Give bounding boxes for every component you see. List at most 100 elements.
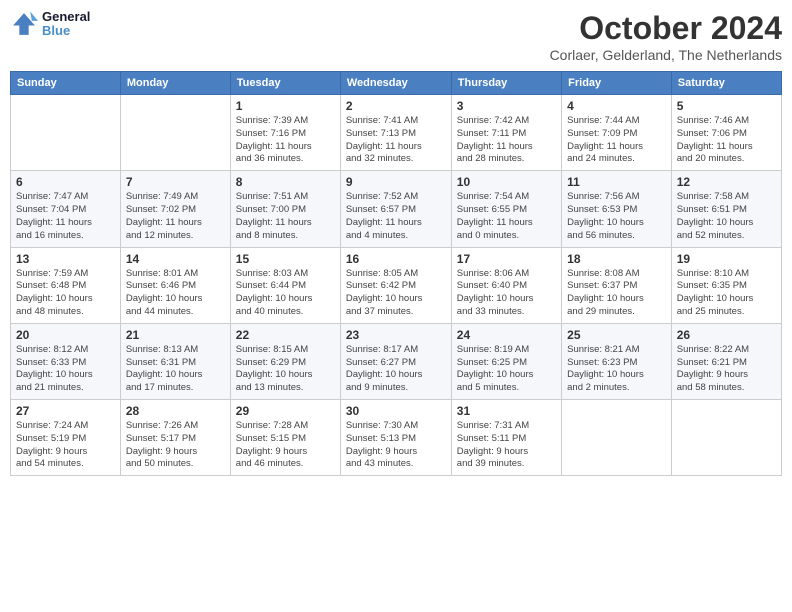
day-number: 4 [567, 99, 666, 113]
day-info: Sunrise: 8:22 AM Sunset: 6:21 PM Dayligh… [677, 344, 776, 395]
calendar-week-row: 13 Sunrise: 7:59 AM Sunset: 6:48 PM Dayli… [11, 247, 782, 323]
calendar-cell [120, 95, 230, 171]
calendar-cell: 31 Sunrise: 7:31 AM Sunset: 5:11 PM Dayli… [451, 400, 561, 476]
calendar-cell: 9Sunrise: 7:52 AM Sunset: 6:57 PM Daylig… [340, 171, 451, 247]
day-number: 11 [567, 175, 666, 189]
calendar-cell [562, 400, 672, 476]
day-info: Sunrise: 7:54 AM Sunset: 6:55 PM Dayligh… [457, 191, 556, 242]
calendar-cell [11, 95, 121, 171]
day-number: 1 [236, 99, 335, 113]
day-info: Sunrise: 8:05 AM Sunset: 6:42 PM Dayligh… [346, 268, 446, 319]
calendar-cell: 23 Sunrise: 8:17 AM Sunset: 6:27 PM Dayli… [340, 323, 451, 399]
day-info: Sunrise: 7:30 AM Sunset: 5:13 PM Dayligh… [346, 420, 446, 471]
day-info: Sunrise: 8:17 AM Sunset: 6:27 PM Dayligh… [346, 344, 446, 395]
day-number: 13 [16, 252, 115, 266]
calendar-cell: 27 Sunrise: 7:24 AM Sunset: 5:19 PM Dayli… [11, 400, 121, 476]
day-info: Sunrise: 7:24 AM Sunset: 5:19 PM Dayligh… [16, 420, 115, 471]
weekday-header: Monday [120, 72, 230, 95]
calendar-cell: 22 Sunrise: 8:15 AM Sunset: 6:29 PM Dayli… [230, 323, 340, 399]
calendar-cell: 11 Sunrise: 7:56 AM Sunset: 6:53 PM Dayli… [562, 171, 672, 247]
day-number: 16 [346, 252, 446, 266]
calendar-cell: 5Sunrise: 7:46 AM Sunset: 7:06 PM Daylig… [671, 95, 781, 171]
location-subtitle: Corlaer, Gelderland, The Netherlands [550, 47, 782, 63]
day-number: 24 [457, 328, 556, 342]
day-number: 3 [457, 99, 556, 113]
day-info: Sunrise: 8:12 AM Sunset: 6:33 PM Dayligh… [16, 344, 115, 395]
weekday-header: Tuesday [230, 72, 340, 95]
weekday-header: Friday [562, 72, 672, 95]
day-info: Sunrise: 7:47 AM Sunset: 7:04 PM Dayligh… [16, 191, 115, 242]
day-number: 26 [677, 328, 776, 342]
calendar-table: SundayMondayTuesdayWednesdayThursdayFrid… [10, 71, 782, 476]
day-number: 6 [16, 175, 115, 189]
day-info: Sunrise: 8:01 AM Sunset: 6:46 PM Dayligh… [126, 268, 225, 319]
day-info: Sunrise: 7:59 AM Sunset: 6:48 PM Dayligh… [16, 268, 115, 319]
calendar-cell: 6 Sunrise: 7:47 AM Sunset: 7:04 PM Daylig… [11, 171, 121, 247]
day-number: 29 [236, 404, 335, 418]
day-info: Sunrise: 7:39 AM Sunset: 7:16 PM Dayligh… [236, 115, 335, 166]
day-info: Sunrise: 8:19 AM Sunset: 6:25 PM Dayligh… [457, 344, 556, 395]
calendar-cell: 16 Sunrise: 8:05 AM Sunset: 6:42 PM Dayli… [340, 247, 451, 323]
calendar-cell: 29 Sunrise: 7:28 AM Sunset: 5:15 PM Dayli… [230, 400, 340, 476]
day-number: 5 [677, 99, 776, 113]
calendar-header-row: SundayMondayTuesdayWednesdayThursdayFrid… [11, 72, 782, 95]
day-info: Sunrise: 8:03 AM Sunset: 6:44 PM Dayligh… [236, 268, 335, 319]
day-info: Sunrise: 7:44 AM Sunset: 7:09 PM Dayligh… [567, 115, 666, 166]
weekday-header: Sunday [11, 72, 121, 95]
calendar-cell: 18Sunrise: 8:08 AM Sunset: 6:37 PM Dayli… [562, 247, 672, 323]
day-info: Sunrise: 7:49 AM Sunset: 7:02 PM Dayligh… [126, 191, 225, 242]
day-number: 30 [346, 404, 446, 418]
logo-text: General Blue [42, 10, 90, 39]
calendar-cell: 28 Sunrise: 7:26 AM Sunset: 5:17 PM Dayli… [120, 400, 230, 476]
day-info: Sunrise: 8:08 AM Sunset: 6:37 PM Dayligh… [567, 268, 666, 319]
day-info: Sunrise: 8:10 AM Sunset: 6:35 PM Dayligh… [677, 268, 776, 319]
logo: General Blue [10, 10, 90, 39]
day-number: 19 [677, 252, 776, 266]
day-number: 17 [457, 252, 556, 266]
page-header: General Blue October 2024 Corlaer, Gelde… [10, 10, 782, 63]
calendar-week-row: 6 Sunrise: 7:47 AM Sunset: 7:04 PM Daylig… [11, 171, 782, 247]
day-info: Sunrise: 7:56 AM Sunset: 6:53 PM Dayligh… [567, 191, 666, 242]
day-number: 8 [236, 175, 335, 189]
calendar-cell: 13 Sunrise: 7:59 AM Sunset: 6:48 PM Dayli… [11, 247, 121, 323]
day-number: 7 [126, 175, 225, 189]
day-number: 12 [677, 175, 776, 189]
day-info: Sunrise: 8:13 AM Sunset: 6:31 PM Dayligh… [126, 344, 225, 395]
day-info: Sunrise: 8:06 AM Sunset: 6:40 PM Dayligh… [457, 268, 556, 319]
day-info: Sunrise: 8:15 AM Sunset: 6:29 PM Dayligh… [236, 344, 335, 395]
day-number: 27 [16, 404, 115, 418]
day-info: Sunrise: 7:58 AM Sunset: 6:51 PM Dayligh… [677, 191, 776, 242]
calendar-cell: 19 Sunrise: 8:10 AM Sunset: 6:35 PM Dayli… [671, 247, 781, 323]
calendar-cell: 20Sunrise: 8:12 AM Sunset: 6:33 PM Dayli… [11, 323, 121, 399]
logo-line1: General [42, 10, 90, 24]
day-info: Sunrise: 7:26 AM Sunset: 5:17 PM Dayligh… [126, 420, 225, 471]
calendar-cell: 7 Sunrise: 7:49 AM Sunset: 7:02 PM Daylig… [120, 171, 230, 247]
day-info: Sunrise: 7:52 AM Sunset: 6:57 PM Dayligh… [346, 191, 446, 242]
day-info: Sunrise: 7:31 AM Sunset: 5:11 PM Dayligh… [457, 420, 556, 471]
weekday-header: Thursday [451, 72, 561, 95]
calendar-cell: 1 Sunrise: 7:39 AM Sunset: 7:16 PM Daylig… [230, 95, 340, 171]
month-title: October 2024 [550, 10, 782, 47]
calendar-cell: 3 Sunrise: 7:42 AM Sunset: 7:11 PM Daylig… [451, 95, 561, 171]
calendar-cell [671, 400, 781, 476]
day-info: Sunrise: 7:41 AM Sunset: 7:13 PM Dayligh… [346, 115, 446, 166]
day-number: 14 [126, 252, 225, 266]
day-info: Sunrise: 7:28 AM Sunset: 5:15 PM Dayligh… [236, 420, 335, 471]
weekday-header: Saturday [671, 72, 781, 95]
day-number: 22 [236, 328, 335, 342]
day-info: Sunrise: 8:21 AM Sunset: 6:23 PM Dayligh… [567, 344, 666, 395]
title-block: October 2024 Corlaer, Gelderland, The Ne… [550, 10, 782, 63]
calendar-cell: 25Sunrise: 8:21 AM Sunset: 6:23 PM Dayli… [562, 323, 672, 399]
logo-line2: Blue [42, 24, 90, 38]
logo-icon [10, 10, 38, 38]
day-number: 31 [457, 404, 556, 418]
day-number: 28 [126, 404, 225, 418]
day-info: Sunrise: 7:42 AM Sunset: 7:11 PM Dayligh… [457, 115, 556, 166]
day-number: 23 [346, 328, 446, 342]
calendar-cell: 8Sunrise: 7:51 AM Sunset: 7:00 PM Daylig… [230, 171, 340, 247]
day-number: 21 [126, 328, 225, 342]
calendar-week-row: 1 Sunrise: 7:39 AM Sunset: 7:16 PM Daylig… [11, 95, 782, 171]
calendar-week-row: 20Sunrise: 8:12 AM Sunset: 6:33 PM Dayli… [11, 323, 782, 399]
calendar-cell: 14 Sunrise: 8:01 AM Sunset: 6:46 PM Dayli… [120, 247, 230, 323]
day-number: 10 [457, 175, 556, 189]
